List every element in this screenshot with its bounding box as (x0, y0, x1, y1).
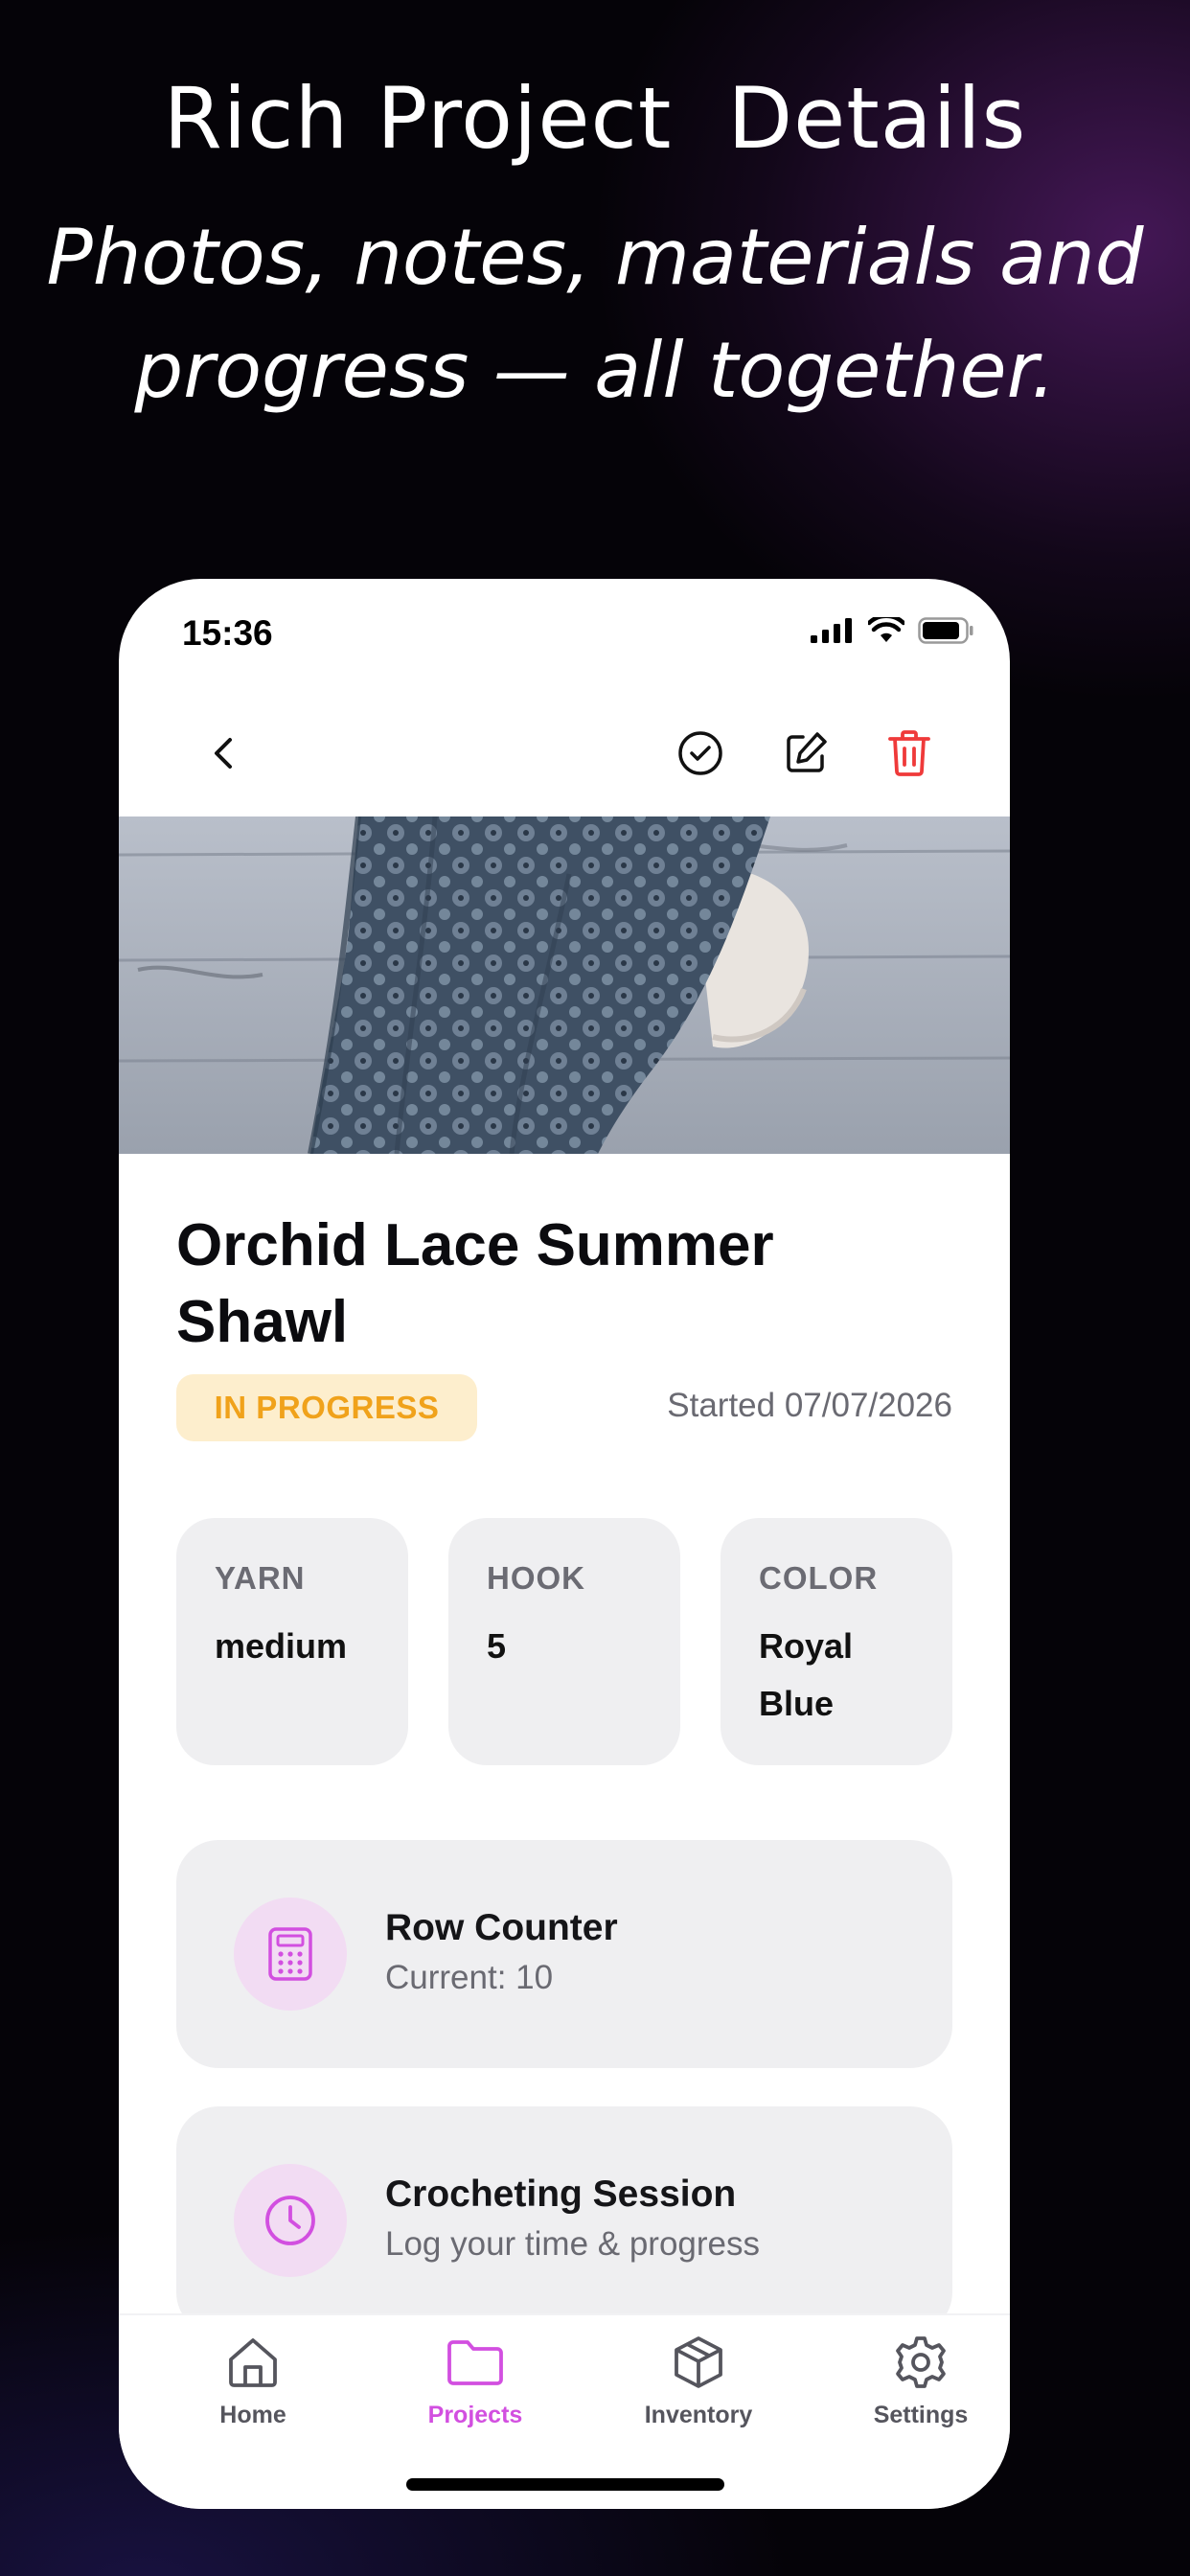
spec-card-yarn: YARN medium (176, 1518, 408, 1765)
project-photo[interactable] (119, 816, 1010, 1154)
tab-label: Settings (873, 2402, 969, 2428)
promo-subtitle: Photos, notes, materials and progress — … (0, 201, 1190, 427)
cellular-signal-icon (811, 618, 852, 643)
spec-card-color: COLOR Royal Blue (721, 1518, 952, 1765)
started-date: Started 07/07/2026 (667, 1387, 952, 1424)
status-badge: IN PROGRESS (176, 1374, 477, 1441)
promo-subtitle-line-1: Photos, notes, materials and (46, 213, 1144, 302)
spec-value: medium (215, 1626, 348, 1666)
mark-complete-button[interactable] (668, 721, 733, 786)
tab-label: Inventory (644, 2402, 753, 2428)
spec-value: Royal Blue (759, 1626, 854, 1723)
navigation-bar (119, 684, 1010, 818)
tab-projects[interactable]: Projects (389, 2334, 561, 2429)
spec-card-hook: HOOK 5 (448, 1518, 680, 1765)
check-circle-icon (678, 731, 722, 775)
edit-button[interactable] (773, 721, 838, 786)
tab-settings[interactable]: Settings (835, 2334, 1007, 2429)
spec-label: COLOR (759, 1560, 879, 1596)
spec-label: HOOK (487, 1560, 585, 1596)
promo-title: Rich Project Details (163, 69, 1027, 168)
row-counter-subtitle: Current: 10 (385, 1959, 554, 1996)
phone-screen: 15:36 Orchid Lace Summer Shawl IN PROGRE… (119, 579, 1010, 2509)
folder-icon (447, 2340, 503, 2385)
crocheting-session-card[interactable]: Crocheting Session Log your time & progr… (176, 2106, 952, 2334)
project-title: Orchid Lace Summer Shawl (176, 1212, 774, 1355)
wifi-icon (868, 617, 904, 642)
clock-icon (234, 2164, 347, 2277)
status-time: 15:36 (182, 613, 273, 653)
trash-icon (888, 730, 930, 776)
crocheting-session-subtitle: Log your time & progress (385, 2225, 761, 2263)
row-counter-card[interactable]: Row Counter Current: 10 (176, 1840, 952, 2068)
tab-label: Projects (427, 2402, 523, 2428)
gear-icon (896, 2336, 946, 2388)
spec-label: YARN (215, 1560, 306, 1596)
chevron-left-icon (215, 738, 232, 769)
delete-button[interactable] (877, 721, 942, 786)
home-indicator (406, 2478, 724, 2491)
box-icon (675, 2336, 722, 2388)
back-button[interactable] (192, 721, 257, 786)
tab-inventory[interactable]: Inventory (612, 2334, 785, 2429)
tab-label: Home (219, 2402, 286, 2428)
home-icon (229, 2338, 277, 2387)
promo-subtitle-line-2: progress — all together. (134, 326, 1056, 415)
spec-value: 5 (487, 1626, 507, 1666)
crocheting-session-title: Crocheting Session (385, 2174, 737, 2215)
edit-icon (787, 732, 827, 772)
shawl-photo-illustration (119, 816, 1010, 1154)
battery-icon (918, 617, 973, 644)
calculator-icon (234, 1898, 347, 2011)
status-icons (811, 617, 973, 644)
tab-home[interactable]: Home (167, 2334, 339, 2429)
row-counter-title: Row Counter (385, 1907, 618, 1948)
